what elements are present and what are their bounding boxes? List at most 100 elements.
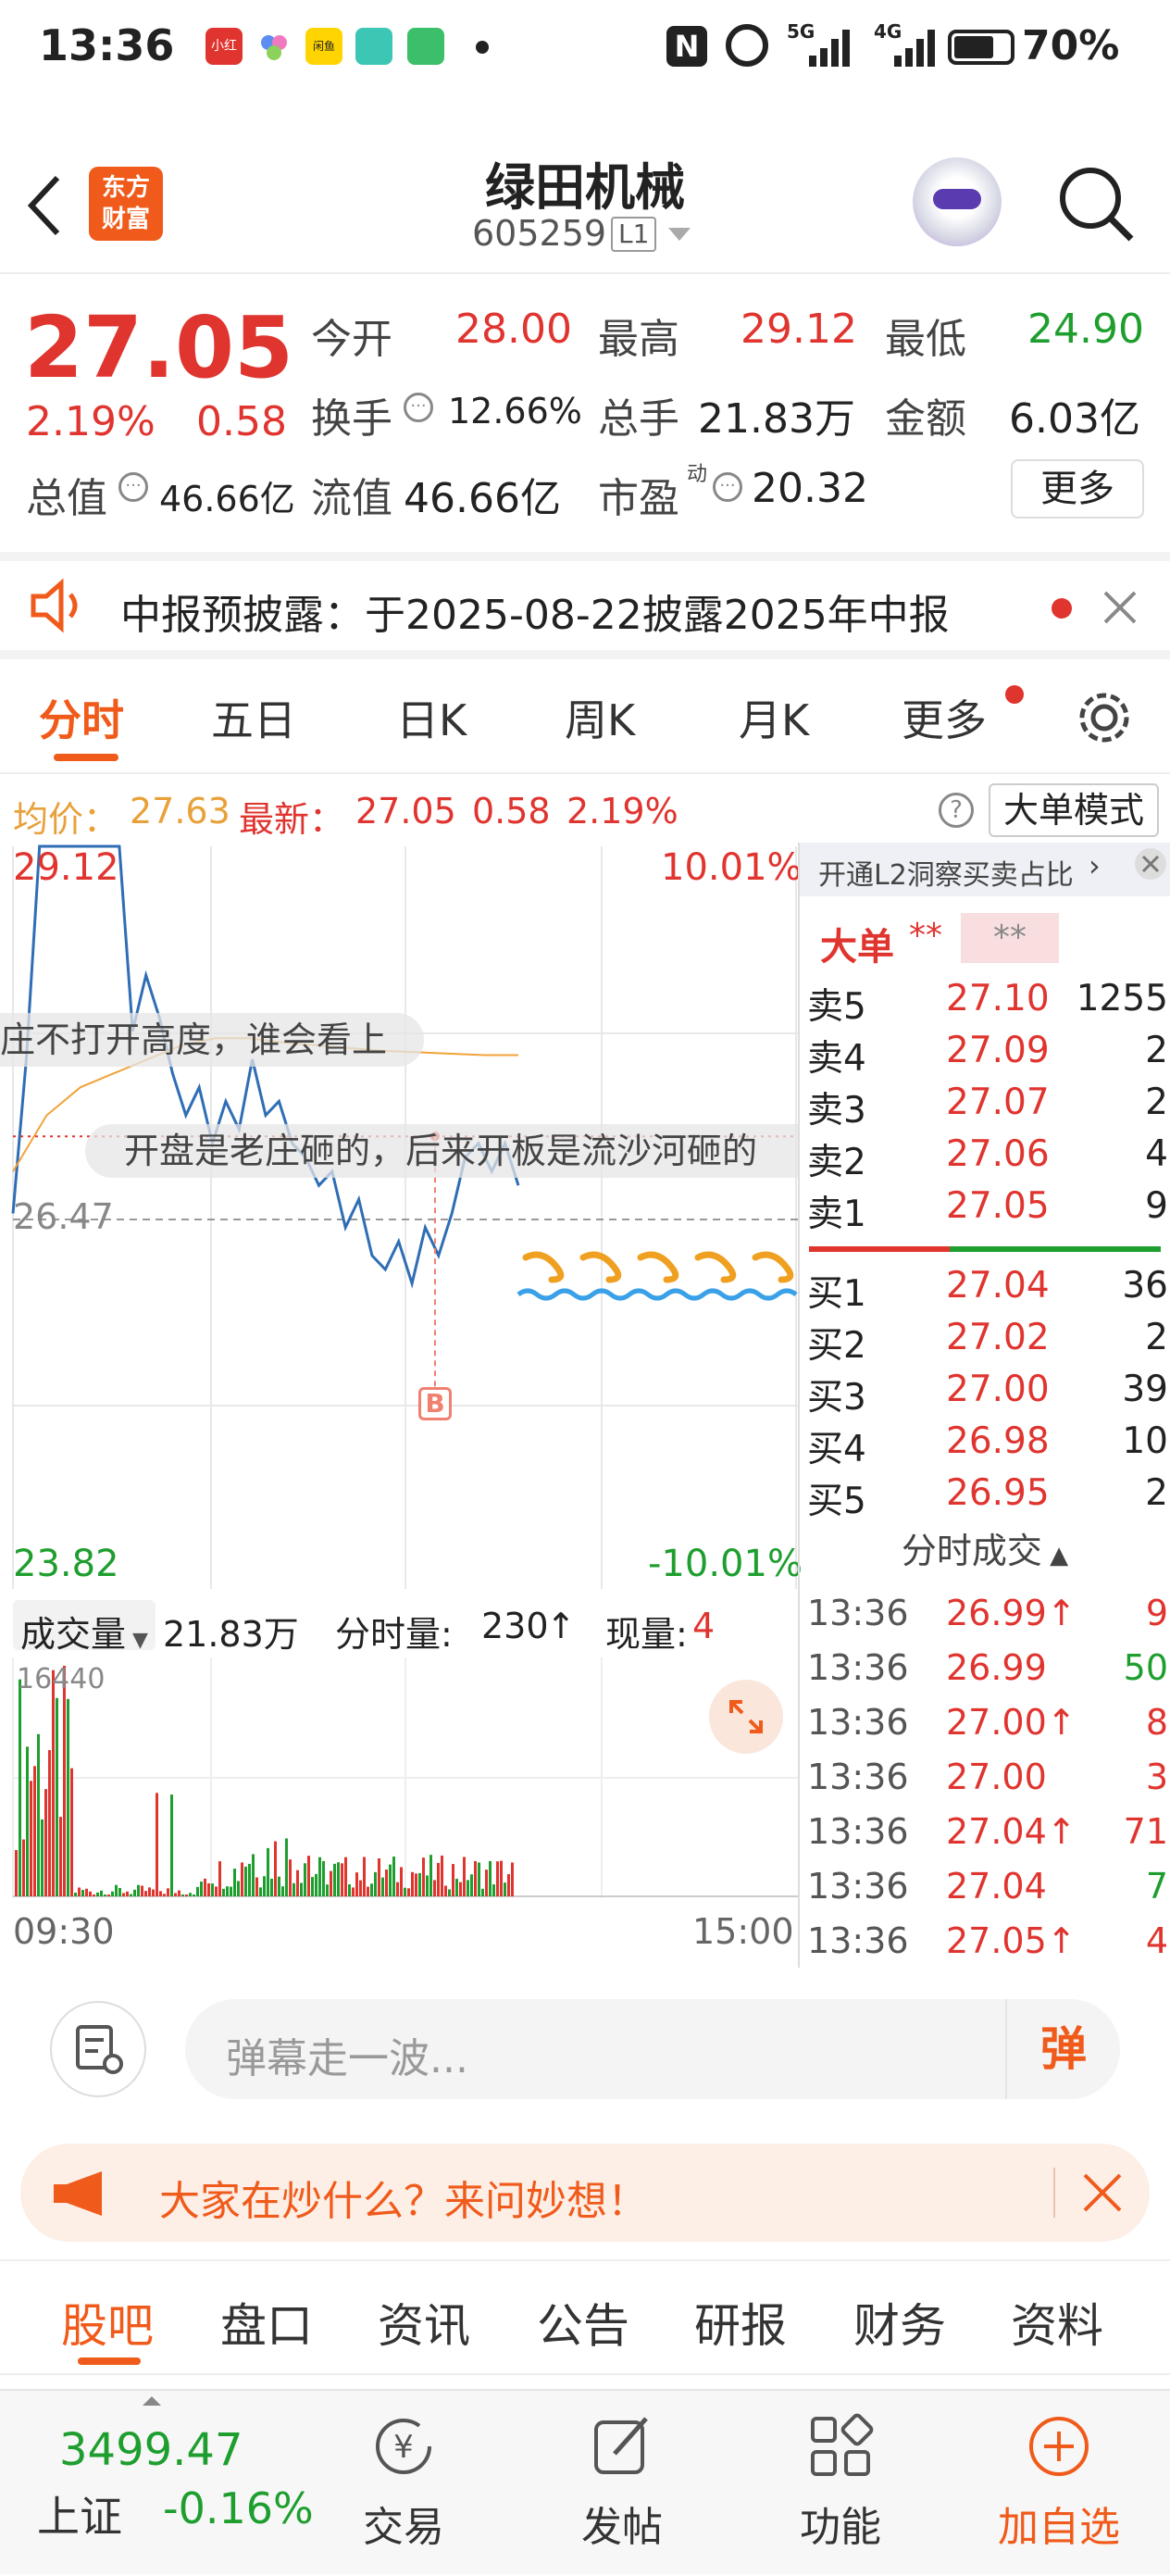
help-icon[interactable]: ? — [939, 793, 974, 828]
volume-bar — [163, 1894, 166, 1896]
ask-miaoxiang-banner[interactable]: 大家在炒什么？来问妙想！ — [20, 2144, 1150, 2242]
index-ticker[interactable]: 3499.47 上证 -0.16% — [0, 2391, 333, 2576]
nav-trade[interactable]: ¥ 交易 — [311, 2409, 496, 2553]
grid-icon — [811, 2413, 874, 2476]
unread-dot — [1005, 685, 1024, 704]
volume-selector[interactable]: 成交量 ▼ — [13, 1600, 156, 1655]
tab-news[interactable]: 资讯 — [378, 2289, 470, 2356]
sell-order-row[interactable]: 卖5 27.10 1255 — [807, 978, 1168, 1030]
volume-bar — [200, 1882, 203, 1896]
tab-pankou[interactable]: 盘口 — [220, 2289, 313, 2356]
volume-bar — [44, 1789, 47, 1896]
volume-bar — [167, 1888, 169, 1896]
danmaku-input[interactable]: 弹幕走一波... — [185, 1999, 1120, 2099]
open-value: 28.00 — [455, 306, 572, 353]
order-volume: 39 — [1122, 1369, 1168, 1410]
more-button[interactable]: 更多 — [1011, 459, 1144, 519]
volume-bar — [296, 1869, 299, 1896]
tab-guba[interactable]: 股吧 — [61, 2289, 154, 2356]
volume-bar — [330, 1870, 332, 1896]
sell-order-row[interactable]: 卖2 27.06 4 — [807, 1133, 1168, 1185]
sell-order-row[interactable]: 卖1 27.05 9 — [807, 1185, 1168, 1237]
order-level-label: 卖3 — [807, 1090, 866, 1132]
order-price: 27.10 — [946, 978, 1050, 1019]
robot-assistant-icon[interactable] — [913, 157, 1002, 246]
volume-bar — [348, 1884, 351, 1896]
volume-bar — [274, 1841, 277, 1896]
order-volume: 4 — [1145, 1133, 1168, 1175]
l2-promo-bar[interactable]: 开通L2洞察买卖占比 › — [800, 843, 1170, 896]
l2-promo-text: 开通L2洞察买卖占比 — [818, 859, 1074, 892]
nav-add-watchlist[interactable]: 加自选 — [966, 2409, 1151, 2553]
big-order-masked-2[interactable]: ** — [961, 913, 1059, 963]
gear-icon[interactable] — [1074, 687, 1135, 748]
buy-order-row[interactable]: 买2 27.02 2 — [807, 1317, 1168, 1369]
big-order-mode-button[interactable]: 大单模式 — [989, 783, 1159, 837]
info-icon[interactable]: ··· — [404, 393, 433, 422]
surfer-decoration — [752, 1251, 794, 1283]
sell-order-row[interactable]: 卖3 27.07 2 — [807, 1082, 1168, 1133]
volume-bar — [459, 1882, 462, 1896]
buy-marker[interactable]: B — [418, 1387, 452, 1420]
tab-weekly-k[interactable]: 周K — [565, 687, 635, 748]
open-label: 今开 — [311, 316, 392, 363]
tab-financials[interactable]: 财务 — [853, 2289, 946, 2356]
tab-daily-k[interactable]: 日K — [396, 687, 467, 748]
close-icon[interactable] — [1081, 2171, 1124, 2214]
nav-post[interactable]: 发帖 — [529, 2409, 715, 2553]
nav-functions-label: 功能 — [800, 2504, 881, 2551]
info-icon[interactable]: ··· — [118, 472, 148, 502]
danmaku-send-button[interactable]: 弹 — [1005, 1999, 1120, 2099]
volume-chart[interactable] — [0, 1657, 798, 1898]
danmaku-settings-icon[interactable] — [50, 2001, 146, 2097]
danmaku-bubble[interactable]: 开盘是老庄砸的，后来开板是流沙河砸的 — [85, 1124, 798, 1178]
tab-more[interactable]: 更多 — [902, 687, 987, 748]
trade-icon: ¥ — [376, 2419, 431, 2474]
chevron-down-icon[interactable] — [668, 228, 691, 241]
volume-bar — [181, 1894, 184, 1896]
volume-bar — [481, 1888, 484, 1896]
close-icon[interactable] — [1133, 846, 1168, 882]
nav-functions[interactable]: 功能 — [748, 2409, 933, 2553]
sell-order-row[interactable]: 卖4 27.09 2 — [807, 1030, 1168, 1082]
surfer-decoration — [637, 1251, 679, 1283]
volume-bar — [22, 1839, 25, 1896]
volume-bar — [470, 1874, 473, 1896]
buy-order-row[interactable]: 买5 26.95 2 — [807, 1472, 1168, 1524]
turnover-label: 换手 — [311, 395, 392, 443]
tab-intraday[interactable]: 分时 — [39, 687, 124, 748]
buy-order-row[interactable]: 买3 27.00 39 — [807, 1369, 1168, 1420]
danmaku-bubble[interactable]: 庄不打开高度，谁会看上 — [0, 1013, 425, 1067]
volume-total: 21.83万 — [163, 1614, 299, 1655]
latest-change: 0.58 — [472, 791, 551, 832]
stock-code[interactable]: 605259 — [472, 213, 606, 254]
volume-bar — [193, 1894, 195, 1896]
expand-icon[interactable] — [709, 1680, 783, 1754]
tab-monthly-k[interactable]: 月K — [739, 687, 809, 748]
signal-5g-icon — [809, 30, 850, 67]
info-icon[interactable]: ··· — [713, 472, 742, 502]
volume-bar — [337, 1862, 340, 1896]
tab-profile[interactable]: 资料 — [1011, 2289, 1103, 2356]
current-price: 27.05 — [24, 298, 294, 397]
tab-research[interactable]: 研报 — [694, 2289, 787, 2356]
tab-announcements[interactable]: 公告 — [537, 2289, 629, 2356]
buy-order-row[interactable]: 买1 27.04 36 — [807, 1265, 1168, 1317]
volume-bar — [444, 1885, 447, 1896]
volume-bar — [489, 1860, 492, 1896]
buy-order-row[interactable]: 买4 26.98 10 — [807, 1420, 1168, 1472]
time-end-label: 15:00 — [692, 1911, 794, 1952]
notice-bar[interactable]: 中报预披露：于2025-08-22披露2025年中报 — [0, 552, 1170, 659]
tab-five-day[interactable]: 五日 — [211, 687, 296, 748]
trades-title[interactable]: 分时成交 ▲ — [800, 1522, 1170, 1573]
close-icon[interactable] — [1102, 589, 1139, 626]
level-badge[interactable]: L1 — [611, 217, 657, 252]
search-icon[interactable] — [1055, 163, 1139, 246]
status-bar: 13:36 小红书 闲鱼 N 5G 4G 70% — [0, 0, 1170, 139]
volume-bar — [407, 1888, 410, 1896]
trade-row: 13:36 27.04 7 — [807, 1866, 1168, 1921]
order-price: 27.05 — [946, 1185, 1050, 1227]
price-chart[interactable] — [0, 843, 798, 1593]
status-time: 13:36 — [39, 20, 175, 70]
index-change: -0.16% — [163, 2483, 314, 2533]
